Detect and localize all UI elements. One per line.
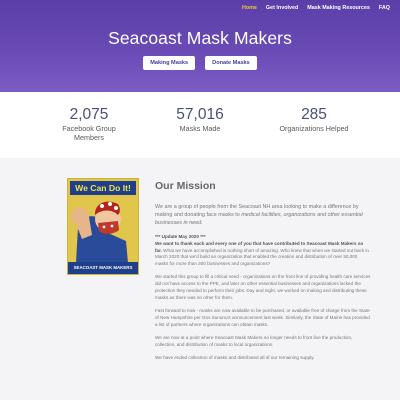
making-masks-button[interactable]: Making Masks: [143, 56, 196, 70]
poster-caption: SEACOAST MASK MAKERS: [68, 262, 138, 274]
nav-item-mask-making-resources[interactable]: Mask Making Resources: [307, 5, 370, 11]
hero-buttons: Making Masks Donate Masks: [0, 56, 400, 70]
we-can-do-it-poster-image: We Can Do It! SEACOAST MASK MAKERS: [67, 178, 139, 275]
mission-paragraph: We started this group to fill a critical…: [155, 274, 371, 300]
mission-intro: We are a group of people from the Seacoa…: [155, 203, 371, 227]
stat-facebook-members: 2,075 Facebook Group Members: [34, 106, 144, 142]
page-title: Seacoast Mask Makers: [108, 28, 292, 48]
stat-value: 57,016: [176, 106, 224, 123]
top-nav: Home Get Involved Mask Making Resources …: [242, 5, 390, 11]
stat-label: Facebook Group Members: [62, 124, 116, 142]
mission-body: We are a group of people from the Seacoa…: [155, 203, 371, 368]
update-heading: *** Update May 2020 ***: [155, 234, 206, 239]
stat-organizations-helped: 285 Organizations Helped: [259, 106, 369, 133]
mission-section: We Can Do It! SEACOAST MASK MAKERS Our M…: [0, 158, 400, 400]
poster-headline: We Can Do It!: [70, 181, 136, 195]
mission-paragraph: We have ended collection of masks and di…: [155, 354, 315, 360]
section-heading: Our Mission: [155, 180, 216, 192]
donate-masks-button[interactable]: Donate Masks: [205, 56, 257, 70]
stat-label: Masks Made: [179, 124, 221, 133]
update-text: What we have accomplished is nothing sho…: [155, 247, 369, 267]
stat-value: 2,075: [69, 106, 109, 123]
update-paragraph: *** Update May 2020 *** We want to thank…: [155, 234, 371, 268]
nav-item-home[interactable]: Home: [242, 5, 257, 11]
mission-paragraph: We are now at a point where Seacoast Mas…: [155, 334, 353, 347]
stat-masks-made: 57,016 Masks Made: [145, 106, 255, 133]
mission-paragraph: Fast forward to now - masks are now avai…: [155, 307, 370, 327]
hero-banner: Home Get Involved Mask Making Resources …: [0, 0, 400, 92]
nav-item-faq[interactable]: FAQ: [379, 5, 390, 11]
stat-value: 285: [301, 106, 327, 123]
stat-label: Organizations Helped: [279, 124, 349, 133]
nav-item-get-involved[interactable]: Get Involved: [266, 5, 298, 11]
stats-section: 2,075 Facebook Group Members 57,016 Masks…: [0, 92, 400, 158]
